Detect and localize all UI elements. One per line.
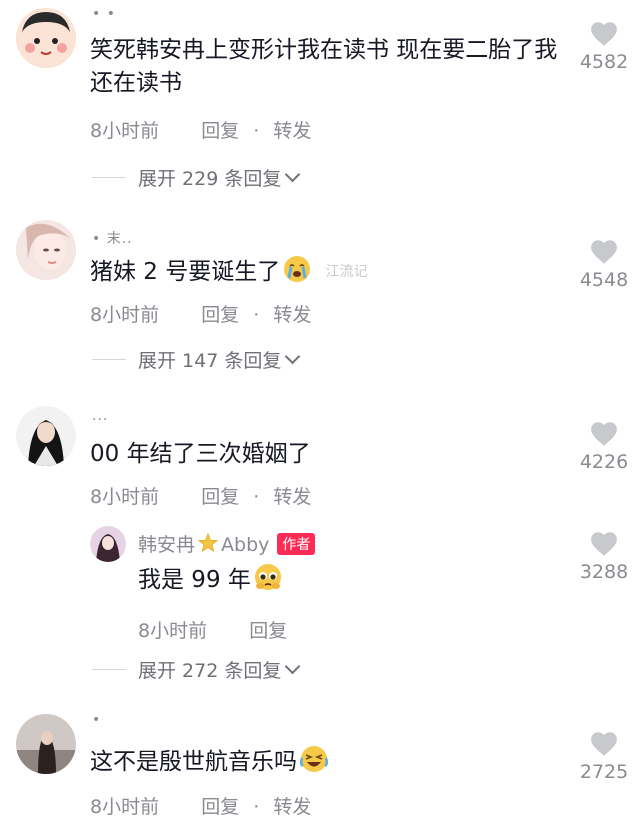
reply-button[interactable]: 回复 xyxy=(201,300,239,327)
reply-text: 我是 99 年 xyxy=(138,562,538,597)
author-name-suffix: Abby xyxy=(221,534,270,556)
like-count: 4582 xyxy=(579,51,629,73)
crying-face-emoji xyxy=(284,256,311,282)
heart-icon xyxy=(591,240,617,264)
like-button[interactable]: 2725 xyxy=(572,730,636,783)
like-button[interactable]: 4226 xyxy=(572,420,636,473)
author-name-row[interactable]: 韩安冉 Abby 作者 xyxy=(138,530,316,557)
expand-replies-label: 展开 147 条回复 xyxy=(138,350,282,372)
avatar-portrait-image xyxy=(16,220,76,280)
comment-time: 8小时前 xyxy=(90,120,160,142)
star-icon xyxy=(197,532,219,553)
expand-replies-button[interactable]: 展开 272 条回复 xyxy=(92,656,301,683)
watermark-text: 江流记 xyxy=(325,264,368,280)
reply-button[interactable]: 回复 xyxy=(201,482,239,509)
expand-replies-label: 展开 229 条回复 xyxy=(138,168,282,190)
comment-text-body: 猪妹 2 号要诞生了 xyxy=(90,259,281,285)
forward-button[interactable]: 转发 xyxy=(273,482,311,509)
avatar[interactable] xyxy=(16,8,76,68)
heart-icon xyxy=(591,422,617,446)
comment-time: 8小时前 xyxy=(90,796,160,818)
comment-text: 这不是殷世航音乐吗 xyxy=(90,744,560,779)
comment-username[interactable]: ... xyxy=(92,408,108,424)
comment-text-body: 这不是殷世航音乐吗 xyxy=(90,749,297,775)
heart-icon xyxy=(591,732,617,756)
divider-line xyxy=(92,359,126,360)
heart-icon xyxy=(591,532,617,556)
avatar-photo-image xyxy=(16,714,76,774)
like-button[interactable]: 4548 xyxy=(572,238,636,291)
comment-item: ... 00 年结了三次婚姻了 8小时前 回复 · 转发 4226 韩安冉 Ab… xyxy=(0,398,640,698)
reply-button[interactable]: 回复 xyxy=(201,116,239,143)
comment-item: • 末.. 猪妹 2 号要诞生了 江流记 8小时前 回复 · 转发 展开 147… xyxy=(0,212,640,392)
author-avatar[interactable] xyxy=(90,526,126,562)
expand-replies-button[interactable]: 展开 229 条回复 xyxy=(92,164,301,191)
heart-icon xyxy=(591,22,617,46)
author-name: 韩安冉 xyxy=(138,534,196,556)
author-reply: 韩安冉 Abby 作者 我是 99 年 8小时前 回复 3288 xyxy=(0,524,640,654)
like-count: 4226 xyxy=(579,451,629,473)
comment-username[interactable]: • • xyxy=(92,6,116,22)
divider-line xyxy=(92,669,126,670)
comment-text: 猪妹 2 号要诞生了 江流记 xyxy=(90,254,560,289)
expand-replies-label: 展开 272 条回复 xyxy=(138,660,282,682)
chevron-down-icon xyxy=(285,658,301,675)
like-count: 2725 xyxy=(579,761,629,783)
comment-meta: 8小时前 回复 · 转发 xyxy=(90,482,311,509)
reply-meta: 8小时前 回复 xyxy=(138,616,287,643)
pleading-face-emoji xyxy=(254,564,281,590)
like-count: 4548 xyxy=(579,269,629,291)
like-button[interactable]: 3288 xyxy=(572,530,636,583)
divider-line xyxy=(92,177,126,178)
avatar-portrait-image xyxy=(90,526,126,562)
comment-item: • • 笑死韩安冉上变形计我在读书 现在要二胎了我还在读书 8小时前 回复 · … xyxy=(0,0,640,200)
separator-dot: · xyxy=(253,796,260,818)
like-count: 3288 xyxy=(579,561,629,583)
avatar[interactable] xyxy=(16,714,76,774)
separator-dot: · xyxy=(253,486,260,508)
comment-time: 8小时前 xyxy=(90,486,160,508)
comment-meta: 8小时前 回复 · 转发 xyxy=(90,300,311,327)
comment-meta: 8小时前 回复 · 转发 xyxy=(90,792,311,819)
chevron-down-icon xyxy=(285,348,301,365)
chevron-down-icon xyxy=(285,166,301,183)
comment-text: 00 年结了三次婚姻了 xyxy=(90,441,311,467)
comment-time: 8小时前 xyxy=(90,304,160,326)
comment-text: 笑死韩安冉上变形计我在读书 现在要二胎了我还在读书 xyxy=(90,37,558,96)
laughing-face-emoji xyxy=(299,746,329,772)
forward-button[interactable]: 转发 xyxy=(273,792,311,819)
avatar-portrait-image xyxy=(16,406,76,466)
comment-username[interactable]: • xyxy=(92,712,101,728)
comment-meta: 8小时前 回复 · 转发 xyxy=(90,116,311,143)
like-button[interactable]: 4582 xyxy=(572,20,636,73)
forward-button[interactable]: 转发 xyxy=(273,116,311,143)
reply-button[interactable]: 回复 xyxy=(249,616,287,643)
comment-username[interactable]: • 末.. xyxy=(92,228,133,248)
forward-button[interactable]: 转发 xyxy=(273,300,311,327)
reply-text-body: 我是 99 年 xyxy=(138,567,251,593)
comment-item: • 这不是殷世航音乐吗 8小时前 回复 · 转发 2725 xyxy=(0,708,640,825)
separator-dot: · xyxy=(253,304,260,326)
author-badge: 作者 xyxy=(277,533,316,555)
avatar-cartoon-image xyxy=(16,8,76,68)
separator-dot: · xyxy=(253,120,260,142)
reply-time: 8小时前 xyxy=(138,620,208,642)
expand-replies-button[interactable]: 展开 147 条回复 xyxy=(92,346,301,373)
reply-button[interactable]: 回复 xyxy=(201,792,239,819)
avatar[interactable] xyxy=(16,406,76,466)
avatar[interactable] xyxy=(16,220,76,280)
